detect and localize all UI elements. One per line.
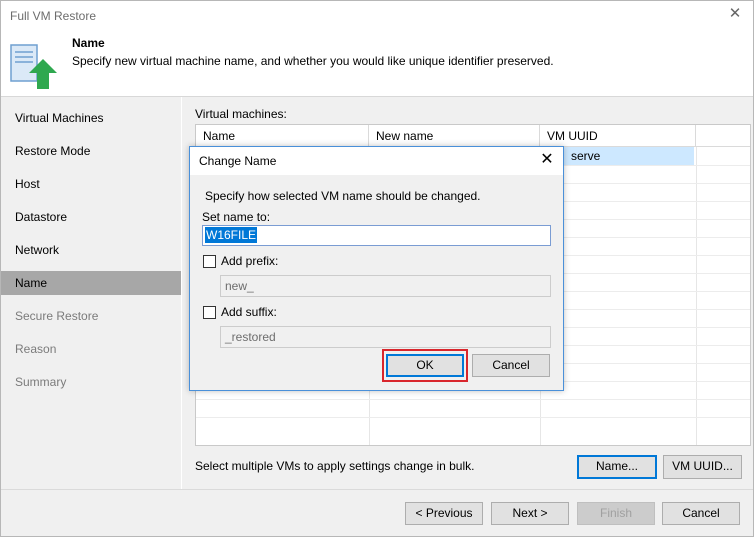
sidebar-item-label: Restore Mode <box>15 144 91 158</box>
grid-row-line <box>196 399 750 400</box>
dialog-instruction: Specify how selected VM name should be c… <box>205 189 481 203</box>
window-title: Full VM Restore <box>10 9 97 23</box>
close-icon[interactable]: ✕ <box>539 152 555 168</box>
sidebar-item-label: Name <box>15 276 48 290</box>
dialog-title: Change Name <box>199 154 277 168</box>
sidebar-item-virtual-machines[interactable]: Virtual Machines <box>1 106 181 130</box>
sidebar-item-label: Network <box>15 243 60 257</box>
window-titlebar: Full VM Restore ✕ <box>1 1 753 31</box>
bulk-hint-text: Select multiple VMs to apply settings ch… <box>195 459 475 473</box>
grid-divider <box>696 147 697 445</box>
sidebar-item-restore-mode[interactable]: Restore Mode <box>1 139 181 163</box>
column-header-label: New name <box>376 129 434 143</box>
set-name-value: W16FILE <box>205 227 258 243</box>
change-name-dialog: Change Name ✕ Specify how selected VM na… <box>189 146 564 391</box>
vm-restore-icon <box>10 44 57 89</box>
dialog-titlebar: Change Name ✕ <box>190 147 563 175</box>
dialog-cancel-button[interactable]: Cancel <box>472 354 550 377</box>
page-title: Name <box>72 36 105 50</box>
sidebar-item-host[interactable]: Host <box>1 172 181 196</box>
set-name-input[interactable]: W16FILE <box>202 225 551 246</box>
sidebar-item-label: Datastore <box>15 210 68 224</box>
wizard-header: Name Specify new virtual machine name, a… <box>1 31 753 97</box>
set-name-label: Set name to: <box>202 210 271 224</box>
prefix-input: new_ <box>220 275 551 297</box>
page-subtitle: Specify new virtual machine name, and wh… <box>72 54 554 68</box>
name-button[interactable]: Name... <box>577 455 657 479</box>
sidebar-item-label: Secure Restore <box>15 309 99 323</box>
grid-row-line <box>196 417 750 418</box>
sidebar-item-label: Reason <box>15 342 57 356</box>
column-header-vm-uuid[interactable]: VM UUID <box>540 125 696 147</box>
sidebar-item-label: Host <box>15 177 40 191</box>
previous-button[interactable]: < Previous <box>405 502 483 525</box>
sidebar-item-name[interactable]: Name <box>1 271 181 295</box>
add-suffix-label: Add suffix: <box>221 305 277 319</box>
cancel-button[interactable]: Cancel <box>662 502 740 525</box>
wizard-steps-sidebar: Virtual Machines Restore Mode Host Datas… <box>1 97 181 489</box>
column-header-label: VM UUID <box>547 129 598 143</box>
close-icon[interactable]: ✕ <box>727 6 743 22</box>
sidebar-item-label: Virtual Machines <box>15 111 104 125</box>
column-header-name[interactable]: Name <box>196 125 369 147</box>
wizard-footer: < Previous Next > Finish Cancel <box>1 490 753 536</box>
column-header-new-name[interactable]: New name <box>369 125 540 147</box>
sidebar-item-label: Summary <box>15 375 67 389</box>
next-button[interactable]: Next > <box>491 502 569 525</box>
add-prefix-checkbox[interactable] <box>203 255 216 268</box>
sidebar-item-datastore[interactable]: Datastore <box>1 205 181 229</box>
sidebar-item-secure-restore: Secure Restore <box>1 304 181 328</box>
virtual-machines-label: Virtual machines: <box>195 107 287 121</box>
suffix-input: _restored <box>220 326 551 348</box>
add-prefix-label: Add prefix: <box>221 254 279 268</box>
sidebar-item-network[interactable]: Network <box>1 238 181 262</box>
ok-button[interactable]: OK <box>386 354 464 377</box>
sidebar-item-summary: Summary <box>1 370 181 394</box>
vm-uuid-button[interactable]: VM UUID... <box>663 455 742 479</box>
vm-uuid-cell: serve <box>571 149 601 163</box>
add-suffix-checkbox[interactable] <box>203 306 216 319</box>
column-header-label: Name <box>203 129 236 143</box>
finish-button: Finish <box>577 502 655 525</box>
sidebar-item-reason: Reason <box>1 337 181 361</box>
column-header-filler <box>696 125 750 147</box>
